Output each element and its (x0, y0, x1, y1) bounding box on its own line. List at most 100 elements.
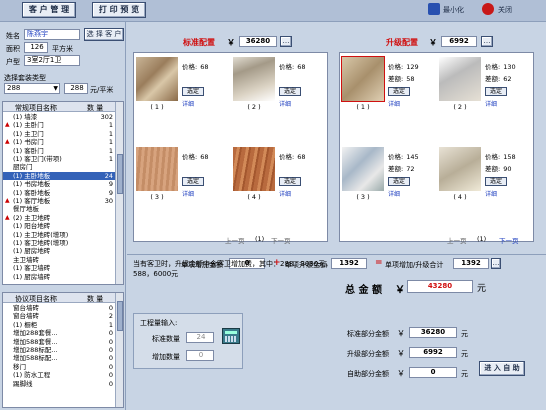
bottom-panel: 当有客卫时，升级金额中含客卫增加费，其中：288，3080元，588，6000元… (127, 254, 546, 410)
list-item[interactable]: (1) 客卧门 1 (3, 147, 115, 155)
list-item-name: (1) 客卫墙砖 (13, 264, 51, 273)
list-item[interactable]: 厨房门 (3, 163, 115, 171)
add-qty-label: 增加数量 (152, 353, 180, 361)
list-item-name: 增加588套餐... (13, 337, 58, 346)
product-image[interactable] (136, 57, 178, 101)
product-image[interactable] (342, 147, 384, 191)
list-item[interactable]: (1) 防水工程 0 (3, 371, 115, 379)
standard-prev[interactable]: 上一页 (225, 235, 245, 245)
standard-yen: ￥ (227, 38, 235, 47)
list-item[interactable]: ▲ (1) 书房门 1 (3, 138, 115, 146)
area-field[interactable]: 126 (24, 42, 48, 53)
list-item-name: (1) 厨房地砖 (13, 247, 51, 256)
list-item[interactable]: (1) 主卫地砖(增项) (3, 231, 115, 239)
list-item[interactable]: (1) 阳台地砖 (3, 222, 115, 230)
list-item-qty: 1 (108, 146, 113, 155)
upgrade-options-button[interactable]: … (481, 36, 493, 47)
list-item[interactable]: 增加288标配... 0 (3, 346, 115, 354)
list-item[interactable]: (1) 客卫墙砖 (3, 264, 115, 272)
list-item[interactable]: (1) 书房地板 9 (3, 180, 115, 188)
detail-link[interactable]: 详细 (182, 189, 194, 198)
list-item-name: 窗台墙砖 (13, 304, 39, 312)
detail-link[interactable]: 详细 (279, 99, 291, 108)
list-item[interactable]: (1) 客卫地砖(增项) (3, 239, 115, 247)
list-item[interactable]: ▲ (1) 主卧门 1 (3, 121, 115, 129)
detail-link[interactable]: 详细 (182, 99, 194, 108)
list-item[interactable]: (1) 墙漆 302 (3, 113, 115, 121)
list-item[interactable]: (1) 主卫门 1 (3, 130, 115, 138)
standard-options-button[interactable]: … (280, 36, 292, 47)
select-button[interactable]: 选定 (485, 87, 507, 96)
scroll-thumb[interactable] (117, 301, 123, 331)
list-item-qty: 1 (108, 155, 113, 163)
detail-link[interactable]: 详细 (388, 189, 400, 198)
warning-icon (5, 240, 11, 246)
list-item[interactable]: ▲ (1) 客厅地板 30 (3, 197, 115, 205)
list-item[interactable]: 增加588套餐... 0 (3, 338, 115, 346)
price-value: 129 (406, 63, 419, 71)
select-button[interactable]: 选定 (182, 177, 204, 186)
list-item[interactable]: 增加288套餐... 0 (3, 329, 115, 337)
power-icon[interactable] (482, 3, 494, 15)
detail-link[interactable]: 详细 (388, 99, 400, 108)
list-item-name: (1) 客卫门(带项) (13, 155, 62, 163)
list-item[interactable]: 增加588标配... 0 (3, 354, 115, 362)
product-image[interactable] (439, 57, 481, 101)
select-button[interactable]: 选定 (388, 87, 410, 96)
regular-items-list[interactable]: 常规项目名称 数 量 (1) 墙漆 302 ▲ (1) 主卧门 1 (1) 主卫门 1 ▲ (1… (2, 101, 124, 285)
grand-total-label: 总 金 额 (345, 285, 382, 296)
std-qty-field[interactable]: 24 (186, 332, 214, 343)
package-select[interactable]: 288 ▼ (4, 83, 60, 94)
product-image[interactable] (439, 147, 481, 191)
print-preview-button[interactable]: 打 印 预 览 (92, 2, 146, 18)
add-qty-field[interactable]: 0 (186, 350, 214, 361)
diff-text: 差额: 62 (485, 73, 511, 83)
select-button[interactable]: 选定 (182, 87, 204, 96)
select-button[interactable]: 选定 (279, 87, 301, 96)
protocol-items-list[interactable]: 协议项目名称 数 量 窗台墙砖 0 窗台墙砖 2 (1) 橱柜 1 增加288套餐... 0 增… (2, 292, 124, 408)
list-item[interactable]: 移门 0 (3, 363, 115, 371)
package-label: 选择套装类型 (4, 74, 46, 82)
detail-link[interactable]: 详细 (485, 189, 497, 198)
choose-customer-button[interactable]: 选 择 客 户 (84, 28, 124, 41)
product-card: 价格: 158 差额: 90 选定 详细( 4 ) (437, 145, 532, 235)
list-item-qty: 302 (100, 113, 113, 121)
upgrade-page: (1) (477, 235, 487, 243)
list-item[interactable]: ▲ (2) 主卫地砖 (3, 214, 115, 222)
list-item[interactable]: 踢脚线 0 (3, 380, 115, 388)
upgrade-prev[interactable]: 上一页 (447, 235, 467, 245)
minimize-icon[interactable] (428, 3, 440, 15)
scroll-thumb[interactable] (117, 154, 123, 194)
price-value: 68 (297, 153, 306, 161)
list-item[interactable]: 主卫墙砖 (3, 256, 115, 264)
calculator-icon[interactable] (222, 328, 240, 344)
list-item[interactable]: 窗台墙砖 2 (3, 312, 115, 320)
list-item[interactable]: (1) 厨房地砖 (3, 247, 115, 255)
list-item[interactable]: (1) 客卫门(带项) 1 (3, 155, 115, 163)
layout-field[interactable]: 3室2厅1卫 (24, 55, 80, 66)
list-item[interactable]: (1) 厨房墙砖 (3, 273, 115, 281)
detail-link[interactable]: 详细 (485, 99, 497, 108)
select-button[interactable]: 选定 (388, 177, 410, 186)
product-image[interactable] (341, 56, 385, 102)
list-item[interactable]: (1) 客卧地板 9 (3, 189, 115, 197)
enter-self-help-button[interactable]: 进 入 自 助 (479, 361, 525, 376)
detail-link[interactable]: 详细 (279, 189, 291, 198)
list-item[interactable]: (1) 主卧地板 24 (3, 171, 115, 180)
name-field[interactable]: 陈燕宇 (24, 29, 80, 40)
select-button[interactable]: 选定 (279, 177, 301, 186)
list-item[interactable]: 餐厅地板 (3, 205, 115, 213)
list-item[interactable]: (1) 橱柜 1 (3, 321, 115, 329)
customer-mgmt-button[interactable]: 客 户 管 理 (22, 2, 76, 18)
standard-next[interactable]: 下一页 (271, 235, 291, 245)
product-image[interactable] (233, 57, 275, 101)
product-image[interactable] (136, 147, 178, 191)
diff-label: 差额: (388, 165, 404, 173)
list-item[interactable]: 窗台墙砖 0 (3, 304, 115, 312)
product-image[interactable] (233, 147, 275, 191)
protocol-list-scrollbar[interactable] (115, 293, 123, 407)
regular-list-scrollbar[interactable] (115, 102, 123, 284)
select-button[interactable]: 选定 (485, 177, 507, 186)
list-item-qty: 0 (108, 329, 113, 338)
upgrade-next[interactable]: 下一页 (499, 235, 519, 245)
